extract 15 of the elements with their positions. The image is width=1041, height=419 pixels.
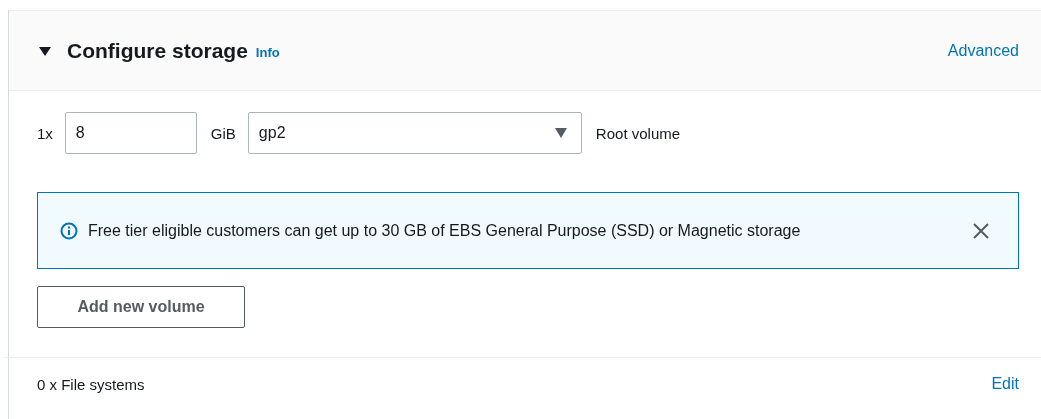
info-link[interactable]: Info: [255, 44, 280, 60]
file-systems-label: 0 x File systems: [37, 375, 145, 393]
caret-icon: [554, 128, 567, 138]
size-field[interactable]: 8: [64, 112, 197, 154]
volume-count: 1x: [37, 124, 53, 142]
advanced-link[interactable]: Advanced: [947, 41, 1019, 60]
add-volume-button[interactable]: Add new volume: [37, 286, 245, 328]
size-unit: GiB: [210, 124, 236, 142]
info-icon: [60, 221, 78, 240]
alert-message: Free tier eligible customers can get up to 30 GB of EBS General Purpose (SSD) or Magnetic storage: [88, 221, 802, 240]
volume-description: Root volume: [595, 124, 681, 142]
close-button[interactable]: [972, 221, 990, 240]
caret-icon: [39, 44, 51, 57]
volume-type-select[interactable]: gp2: [247, 112, 582, 154]
edit-link[interactable]: Edit: [991, 375, 1019, 393]
